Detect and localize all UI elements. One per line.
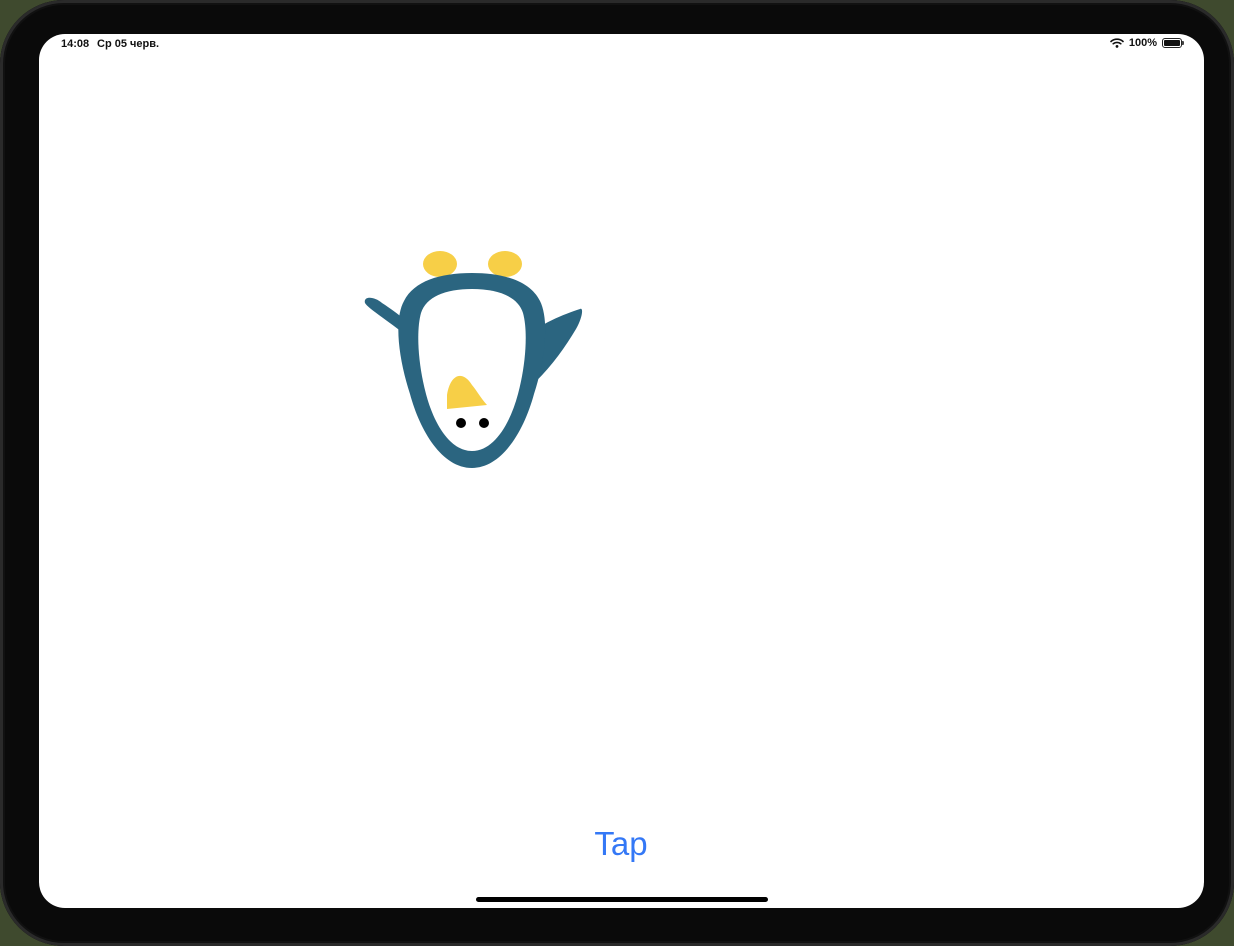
battery-percent: 100% (1128, 37, 1157, 49)
wifi-icon (1110, 38, 1124, 48)
status-bar: 14:08 Ср 05 черв. 100% (39, 34, 1204, 56)
penguin-right-foot (488, 251, 522, 277)
penguin-illustration (364, 251, 583, 468)
ipad-frame: 14:08 Ср 05 черв. 100% Tap (0, 0, 1234, 946)
battery-fill (1164, 40, 1180, 46)
screen: 14:08 Ср 05 черв. 100% Tap (39, 34, 1204, 908)
penguin-right-eye (479, 418, 489, 428)
battery-nub (1182, 41, 1184, 45)
status-date: Ср 05 черв. (97, 38, 160, 50)
tap-button[interactable]: Tap (569, 820, 673, 868)
penguin-left-eye (456, 418, 466, 428)
status-time: 14:08 (61, 38, 90, 50)
penguin-left-foot (423, 251, 457, 277)
battery-icon (1162, 38, 1184, 48)
status-indicators: 100% (1110, 37, 1184, 49)
home-indicator[interactable] (476, 897, 768, 902)
